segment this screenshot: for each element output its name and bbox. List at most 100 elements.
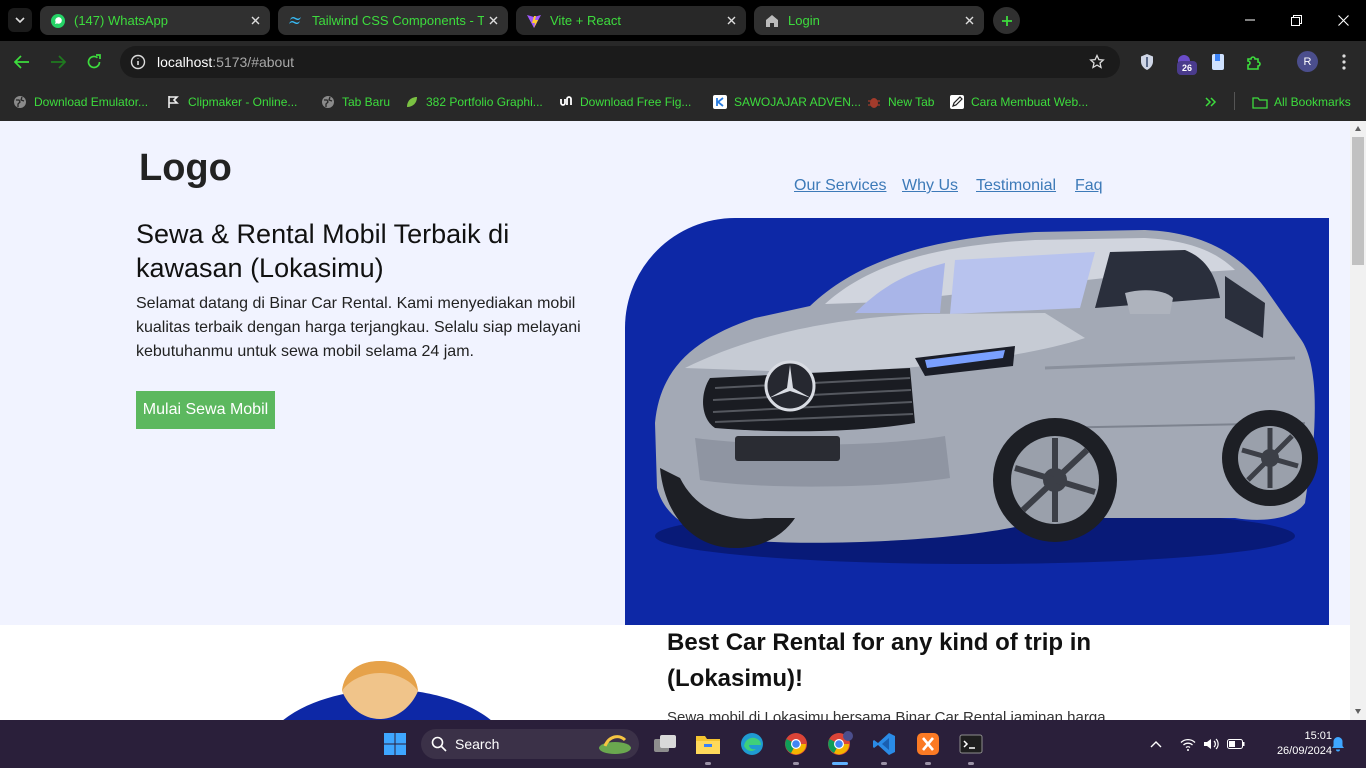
hero-description: Selamat datang di Binar Car Rental. Kami… (136, 295, 581, 360)
bookmark-label: Tab Baru (342, 95, 391, 109)
new-tab-button[interactable] (993, 7, 1020, 34)
scroll-up-icon[interactable] (1354, 125, 1362, 133)
globe-icon (320, 94, 336, 110)
tab-title: Login (788, 13, 820, 28)
tab-login[interactable]: Login (754, 6, 984, 35)
puzzle-icon[interactable] (1244, 52, 1264, 72)
start-button[interactable] (379, 728, 411, 760)
volume-button[interactable] (1201, 734, 1221, 754)
xampp-button[interactable] (912, 728, 944, 760)
search-label: Search (455, 736, 500, 752)
back-button[interactable] (11, 51, 33, 73)
terminal-button[interactable] (955, 728, 987, 760)
nav-link-faq[interactable]: Faq (1075, 177, 1103, 195)
notifications-button[interactable] (1328, 734, 1348, 754)
start-rental-button[interactable]: Mulai Sewa Mobil (136, 391, 275, 429)
bookmark-item[interactable]: New Tab (866, 92, 934, 112)
bookmark-label: New Tab (888, 95, 935, 109)
kebab-menu-icon[interactable] (1334, 52, 1354, 72)
bookmark-item[interactable]: Clipmaker - Online... (166, 92, 297, 112)
profile-avatar[interactable]: R (1297, 51, 1318, 72)
close-icon (1337, 14, 1349, 26)
bookmark-item[interactable]: Tab Baru (320, 92, 390, 112)
minimize-button[interactable] (1240, 10, 1260, 30)
tab-tailwind[interactable]: Tailwind CSS Components - Tail (278, 6, 508, 35)
close-icon[interactable] (246, 12, 264, 30)
tailwind-icon (288, 13, 304, 29)
chrome-profile-button[interactable] (824, 728, 856, 760)
site-logo[interactable]: Logo (139, 147, 232, 190)
chrome-button[interactable] (780, 728, 812, 760)
tab-vite-react[interactable]: Vite + React (516, 6, 746, 35)
tab-whatsapp[interactable]: (147) WhatsApp (40, 6, 270, 35)
tray-overflow-button[interactable] (1146, 734, 1166, 754)
bookmark-item[interactable]: SAWOJAJAR ADVEN... (712, 92, 861, 112)
running-indicator (968, 762, 974, 765)
bookmark-item[interactable]: 382 Portfolio Graphi... (404, 92, 543, 112)
bookmarks-bar: Download Emulator... Clipmaker - Online.… (0, 83, 1366, 121)
battery-button[interactable] (1226, 734, 1246, 754)
star-icon[interactable] (1088, 53, 1106, 71)
bookmark-item[interactable]: Cara Membuat Web... (949, 92, 1088, 112)
reload-icon (87, 54, 101, 69)
site-info-icon[interactable] (129, 53, 147, 71)
document-extension-icon[interactable] (1208, 52, 1228, 72)
minimize-icon (1245, 19, 1255, 21)
about-title: Best Car Rental for any kind of trip in … (667, 629, 1092, 692)
extension-badge: 26 (1177, 61, 1197, 75)
plus-icon (1001, 15, 1012, 26)
double-chevron-right-icon (1205, 97, 1217, 107)
restore-button[interactable] (1286, 10, 1306, 30)
tab-search-button[interactable] (8, 8, 32, 32)
clock-time: 15:01 (1304, 730, 1332, 742)
bookmark-label: Clipmaker - Online... (188, 95, 298, 109)
all-bookmarks-button[interactable]: All Bookmarks (1252, 92, 1351, 112)
page-scrollbar[interactable] (1350, 121, 1366, 720)
file-explorer-button[interactable] (692, 728, 724, 760)
reload-button[interactable] (83, 51, 105, 73)
bookmark-label: SAWOJAJAR ADVEN... (734, 95, 861, 109)
page-viewport: Logo Our Services Why Us Testimonial Faq… (0, 121, 1350, 720)
scrollbar-thumb[interactable] (1352, 137, 1364, 265)
wifi-button[interactable] (1178, 734, 1198, 754)
edge-button[interactable] (736, 728, 768, 760)
globe-icon (12, 94, 28, 110)
folder-icon (696, 736, 720, 754)
search-icon (431, 736, 447, 752)
tab-title: (147) WhatsApp (74, 13, 168, 28)
leaf-icon (404, 94, 420, 110)
bookmark-item[interactable]: Download Free Fig... (558, 92, 691, 112)
vscode-button[interactable] (868, 728, 900, 760)
forward-button[interactable] (47, 51, 69, 73)
running-indicator (881, 762, 887, 765)
close-window-button[interactable] (1333, 10, 1353, 30)
url-path: :5173/#about (212, 54, 295, 70)
close-icon[interactable] (722, 12, 740, 30)
nav-link-testimonial[interactable]: Testimonial (976, 177, 1056, 195)
battery-icon (1227, 739, 1245, 749)
edge-icon (741, 733, 763, 755)
taskbar: Search 15:01 26/09/2024 (0, 720, 1366, 768)
shield-extension-icon[interactable] (1137, 52, 1157, 72)
nav-link-why-us[interactable]: Why Us (902, 177, 958, 195)
task-view-button[interactable] (649, 728, 681, 760)
scroll-down-icon[interactable] (1354, 707, 1362, 715)
ui8-icon (558, 94, 574, 110)
bookmark-label: Download Free Fig... (580, 95, 692, 109)
nav-link-our-services[interactable]: Our Services (794, 177, 886, 195)
more-bookmarks-button[interactable] (1205, 92, 1217, 112)
volume-icon (1204, 738, 1219, 750)
close-icon[interactable] (484, 12, 502, 30)
search-highlight-icon (599, 735, 631, 754)
taskbar-clock[interactable]: 15:01 26/09/2024 (1252, 729, 1332, 759)
taskbar-search[interactable]: Search (421, 729, 639, 759)
chevron-up-icon (1150, 741, 1162, 748)
address-bar[interactable]: localhost:5173/#about (120, 46, 1120, 78)
close-icon[interactable] (960, 12, 978, 30)
restore-icon (1290, 14, 1302, 26)
bookmark-item[interactable]: Download Emulator... (12, 92, 148, 112)
task-view-icon (654, 735, 676, 752)
car-illustration (655, 230, 1318, 564)
k-icon (712, 94, 728, 110)
terminal-icon (959, 734, 983, 754)
